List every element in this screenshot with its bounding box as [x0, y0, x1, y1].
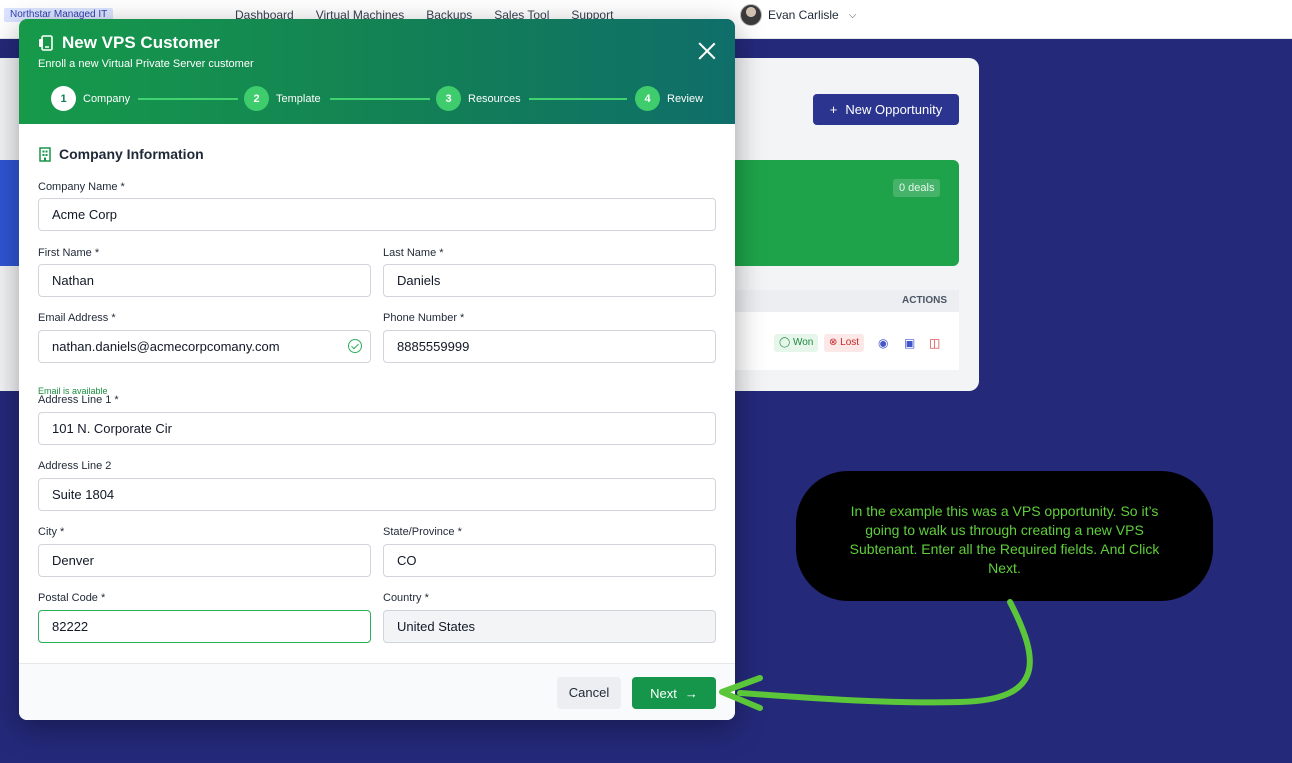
tutorial-arrow-icon [719, 599, 1033, 711]
